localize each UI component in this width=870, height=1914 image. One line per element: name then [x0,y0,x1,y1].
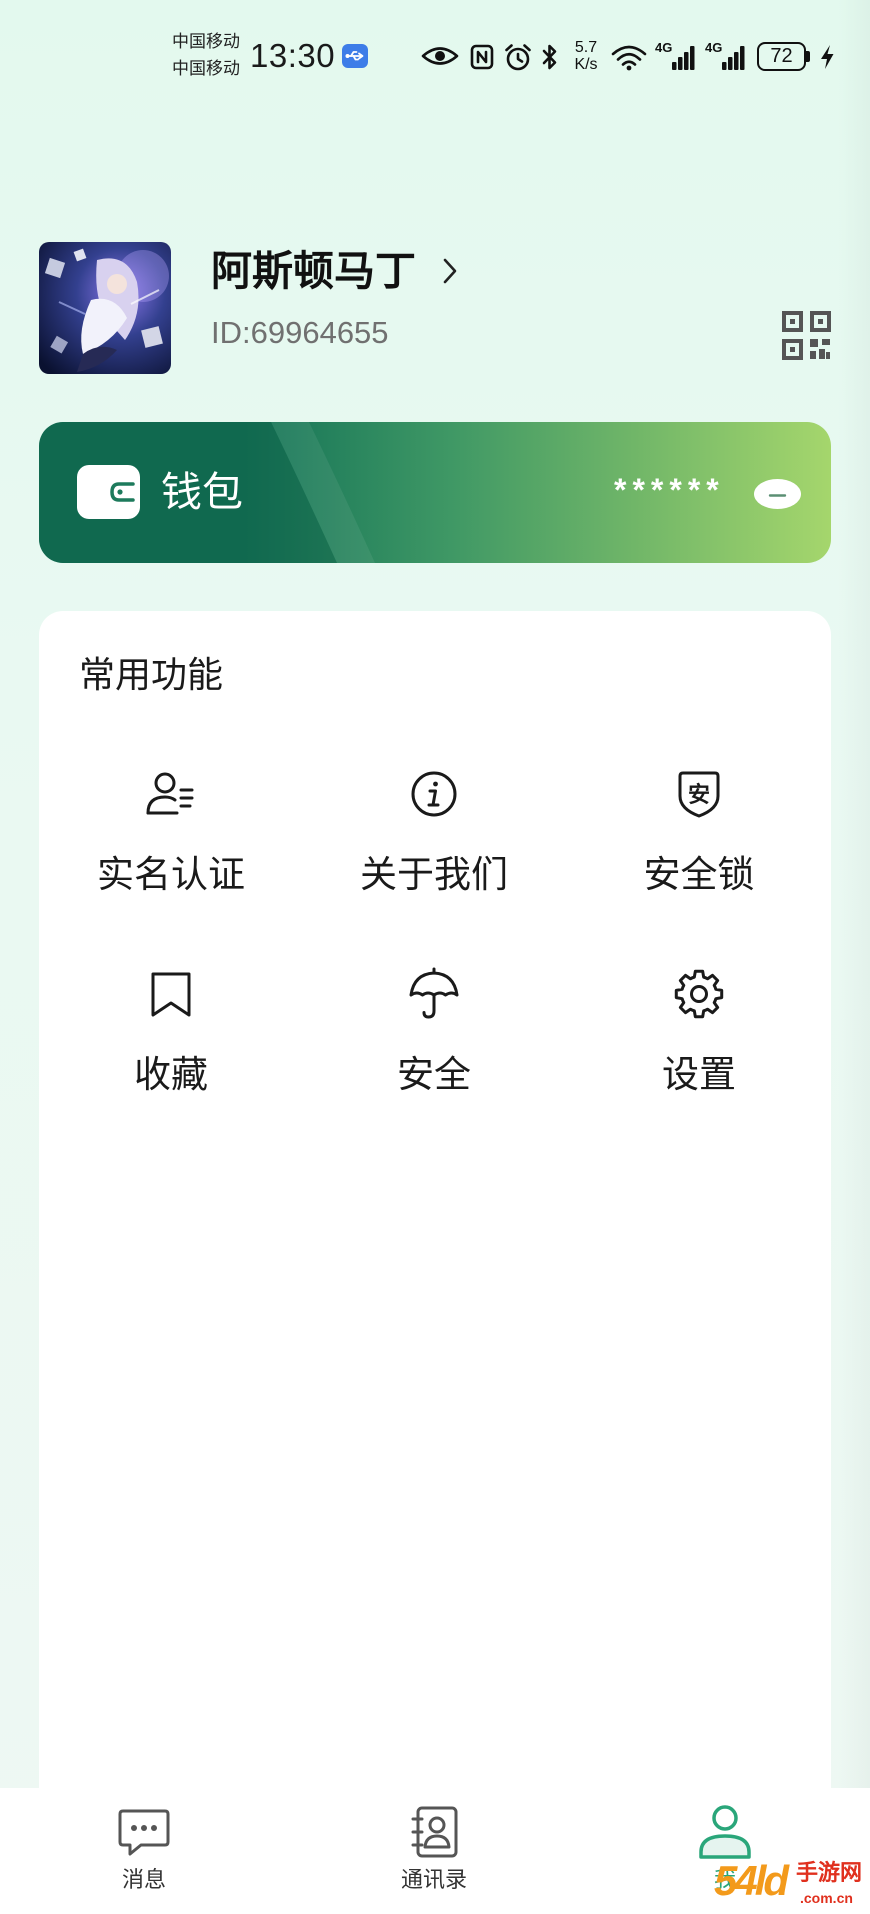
nav-label: 通讯录 [400,1867,467,1892]
watermark-name: 手游网 [796,1860,863,1885]
status-time: 13:30 [250,37,336,74]
network-type-label: 4G [705,40,723,55]
function-item-settings[interactable]: 设置 [589,966,809,1106]
watermark-brand: 54ld [714,1857,789,1904]
wallet-label: 钱包 [161,469,243,515]
wallet-card[interactable]: 钱包 ****** [39,422,831,563]
function-label: 实名认证 [97,854,245,895]
cellular-signal-2: 4G [705,40,747,70]
carrier-names: 中国移动 中国移动 [172,28,240,82]
battery-level: 72 [770,45,793,67]
shield-lock-icon: 安 [671,766,727,822]
umbrella-icon [406,966,462,1022]
network-speed-unit: K/s [574,56,598,73]
wifi-icon [611,45,647,71]
eye-closed-icon [754,479,801,509]
function-label: 收藏 [134,1054,208,1095]
alarm-icon [505,44,531,71]
cellular-signal-1: 4G [655,40,697,70]
watermark-domain: .com.cn [800,1890,853,1906]
charging-bolt-icon [821,45,834,69]
eye-icon [421,47,459,65]
status-bar: 中国移动 中国移动 13:30 5.7 K/s 4G 4G 72 [0,0,870,92]
carrier-1: 中国移动 [172,32,240,51]
profile-header[interactable]: 阿斯顿马丁 [211,247,471,295]
function-item-security-lock[interactable]: 安 安全锁 [589,766,809,906]
function-label: 安全 [397,1054,471,1095]
bluetooth-icon [542,44,557,70]
usb-icon [342,44,368,68]
chevron-right-icon [443,258,457,284]
nav-tab-messages[interactable]: 消息 [84,1803,204,1913]
gear-icon [671,966,727,1022]
wallet-icon [77,465,140,519]
signal-bars-icon [672,46,695,70]
nav-label: 消息 [121,1867,166,1892]
id-verify-icon [143,766,199,822]
function-label: 关于我们 [360,854,508,895]
function-item-favorites[interactable]: 收藏 [61,966,281,1106]
bookmark-icon [143,966,199,1022]
function-item-security[interactable]: 安全 [324,966,544,1106]
page-edge-shade [838,0,870,1788]
nfc-icon [470,44,494,70]
function-label: 安全锁 [643,854,755,895]
battery-icon: 72 [757,42,806,71]
network-type-label: 4G [655,40,673,55]
function-item-about-us[interactable]: 关于我们 [324,766,544,906]
avatar[interactable] [39,242,171,374]
network-speed: 5.7 K/s [570,39,602,73]
qr-code-icon[interactable] [781,310,832,361]
common-functions-card: 常用功能 实名认证 关于我们 安 安全锁 收藏 安全 设置 [39,611,831,1788]
contacts-book-icon [405,1803,463,1861]
signal-bars-icon [722,46,745,70]
nav-tab-contacts[interactable]: 通讯录 [374,1803,494,1913]
function-item-realname-verification[interactable]: 实名认证 [61,766,281,906]
function-label: 设置 [662,1054,736,1095]
battery-terminal [806,51,810,62]
network-speed-value: 5.7 [574,39,598,56]
shield-glyph: 安 [688,782,710,807]
watermark: 54ld 手游网 .com.cn [714,1854,868,1914]
wallet-balance: ****** [614,472,725,508]
chat-bubble-icon [115,1803,173,1861]
carrier-2: 中国移动 [172,59,240,78]
section-title: 常用功能 [79,654,224,695]
avatar-image [39,242,171,374]
profile-name: 阿斯顿马丁 [211,248,416,294]
person-icon [696,1803,754,1861]
info-icon [406,766,462,822]
profile-id: ID:69964655 [211,315,389,350]
balance-visibility-toggle[interactable] [753,478,802,510]
